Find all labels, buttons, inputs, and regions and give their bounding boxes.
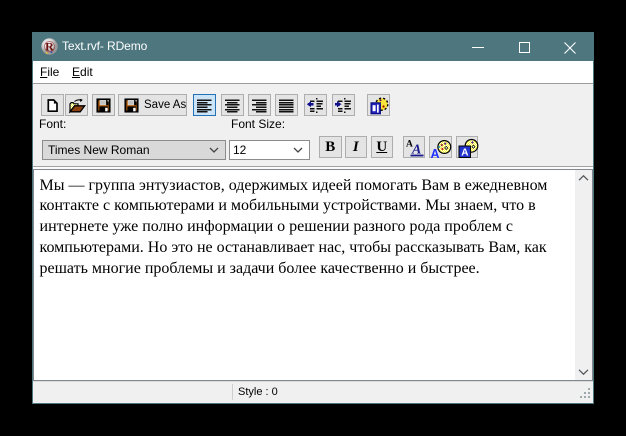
svg-text:A: A xyxy=(461,147,468,158)
svg-text:A: A xyxy=(431,147,440,159)
